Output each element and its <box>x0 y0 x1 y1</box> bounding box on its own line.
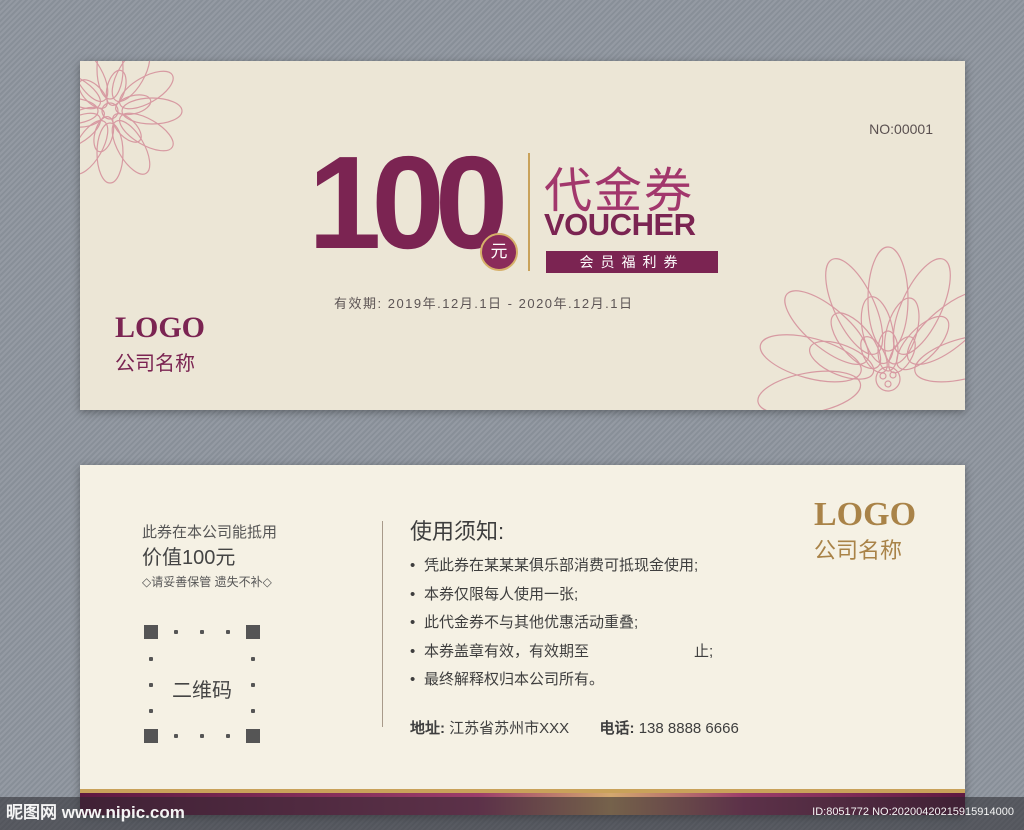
phone-label: 电话: <box>599 720 635 737</box>
rule-item: • 凭此券在某某某俱乐部消费可抵现金使用; <box>410 557 699 574</box>
phone-value: 138 8888 6666 <box>638 720 739 737</box>
address-value: 江苏省苏州市XXX <box>449 720 570 737</box>
watermark-id: ID:8051772 NO:20200420215915914000 <box>812 806 1014 818</box>
voucher-title-en: VOUCHER <box>544 207 696 242</box>
usage-value: 价值100元 <box>142 547 236 569</box>
notice-title: 使用须知: <box>410 519 505 544</box>
flower-decoration-bottom-right <box>757 246 965 410</box>
company-name: 公司名称 <box>814 538 903 563</box>
address-label: 地址: <box>410 720 445 737</box>
rule-item: • 此代金券不与其他优惠活动重叠; <box>410 614 639 631</box>
qr-code-placeholder: 二维码 <box>144 625 260 743</box>
company-name: 公司名称 <box>115 353 195 375</box>
voucher-amount: 100 <box>308 129 508 276</box>
rule-item: • 最终解释权归本公司所有。 <box>410 671 605 688</box>
rule-item: • 本券盖章有效，有效期至 止; <box>410 643 714 660</box>
title-divider <box>528 153 530 271</box>
qr-code-label: 二维码 <box>172 680 232 702</box>
usage-statement: 此券在本公司能抵用 <box>142 524 278 541</box>
currency-badge: 元 <box>480 233 518 271</box>
member-label: 会员福利券 <box>546 251 718 273</box>
voucher-back: 此券在本公司能抵用 价值100元 ◇请妥善保管 遗失不补◇ 二维码 使用须知: … <box>80 465 965 815</box>
logo: LOGO <box>814 496 917 533</box>
rule-item: • 本券仅限每人使用一张; <box>410 586 579 603</box>
contact-info: 地址: 江苏省苏州市XXX 电话: 138 8888 6666 <box>410 717 739 738</box>
section-divider <box>382 521 383 727</box>
voucher-front: NO:00001 100 元 代金券 VOUCHER 会员福利券 有效期: 20… <box>80 61 965 410</box>
flower-decoration-top-left <box>80 61 183 184</box>
validity-period: 有效期: 2019年.12月.1日 - 2020年.12月.1日 <box>334 296 634 311</box>
logo: LOGO <box>115 311 206 344</box>
care-note: ◇请妥善保管 遗失不补◇ <box>142 575 272 589</box>
watermark-site: 昵图网 www.nipic.com <box>6 803 185 822</box>
serial-number: NO:00001 <box>869 121 933 137</box>
